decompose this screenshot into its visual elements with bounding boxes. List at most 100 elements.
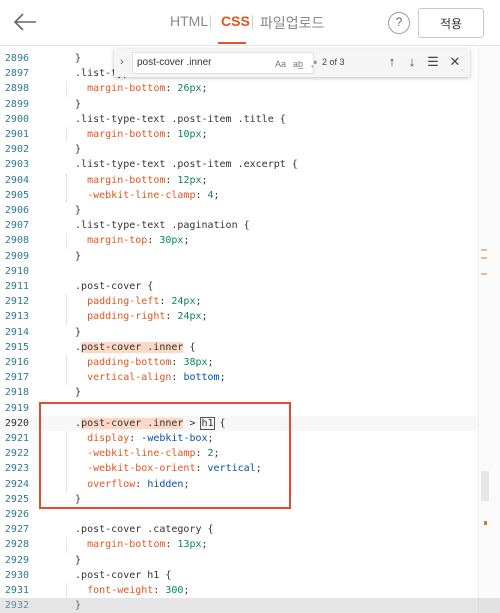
apply-button[interactable]: 적용 (418, 8, 484, 38)
regex-toggle[interactable]: .* (311, 59, 317, 69)
line-number: 2906 (4, 205, 29, 216)
find-in-selection-button[interactable]: ☰ (425, 53, 441, 71)
code-text: -webkit-line-clamp: 4; (87, 189, 220, 201)
code-line[interactable]: 2902 } (0, 142, 478, 157)
line-number: 2925 (4, 493, 29, 505)
line-number: 2911 (4, 281, 29, 292)
line-number: 2899 (4, 98, 29, 110)
code-editor[interactable]: 2896 } 2897 .list-type 2898 margin-bottom:… (0, 47, 500, 613)
code-text: } (63, 98, 82, 110)
code-text: } (63, 387, 82, 399)
overview-ruler-mark (481, 273, 487, 275)
code-text: padding-left: 24px; (87, 296, 202, 308)
code-text: .post-cover h1 { (63, 569, 172, 581)
code-line[interactable]: 2928 margin-bottom: 13px; (0, 537, 478, 553)
find-input[interactable]: post-cover .inner Aa ab̲ .* (132, 52, 317, 74)
line-number: 2921 (4, 433, 29, 444)
code-line[interactable]: 2929 } (0, 553, 478, 568)
active-tab-indicator (218, 42, 246, 44)
code-line[interactable]: 2901 margin-bottom: 10px; (0, 127, 478, 143)
code-text: margin-bottom: 26px; (87, 83, 208, 95)
code-line[interactable]: 2918 } (0, 385, 478, 400)
tab-html[interactable]: HTML (170, 13, 208, 29)
line-number: 2915 (4, 341, 29, 353)
line-number: 2900 (4, 113, 29, 125)
code-line[interactable]: 2931 font-weight: 300; (0, 583, 478, 599)
line-number: 2896 (4, 53, 29, 64)
code-line[interactable]: 2930 .post-cover h1 { (0, 568, 478, 583)
line-number: 2923 (4, 463, 29, 475)
horizontal-scrollbar[interactable] (0, 598, 500, 613)
code-line[interactable]: 2914 } (0, 325, 478, 340)
code-line[interactable]: 2906 } (0, 203, 478, 218)
code-line[interactable]: 2916 padding-bottom: 38px; (0, 355, 478, 371)
line-number: 2913 (4, 311, 29, 323)
toggle-replace-button[interactable]: › (120, 56, 124, 68)
code-text: font-weight: 300; (87, 585, 190, 596)
line-number: 2907 (4, 220, 29, 232)
code-text: margin-bottom: 13px; (87, 539, 208, 551)
code-text: } (63, 144, 82, 156)
code-line[interactable]: 2913 padding-right: 24px; (0, 309, 478, 325)
code-line[interactable]: 2910 (0, 264, 478, 279)
code-line[interactable]: 2917 vertical-align: bottom; (0, 370, 478, 386)
line-number: 2916 (4, 357, 29, 368)
highlight-annotation-box (39, 402, 291, 509)
code-text: padding-right: 24px; (87, 311, 208, 323)
tab-css[interactable]: CSS (221, 13, 250, 29)
code-line[interactable]: 2927 .post-cover .category { (0, 522, 478, 537)
overview-ruler-mark (481, 257, 487, 259)
overview-ruler-mark (484, 521, 487, 525)
code-text: padding-bottom: 38px; (87, 357, 214, 368)
code-line[interactable]: 2908 margin-top: 30px; (0, 233, 478, 249)
line-number: 2920 (4, 417, 29, 429)
code-text: .list-type-text .post-item .title { (63, 113, 286, 125)
line-number: 2914 (4, 326, 29, 338)
code-text: margin-bottom: 12px; (87, 174, 208, 186)
code-line[interactable]: 2926 (0, 507, 478, 522)
line-number: 2902 (4, 144, 29, 156)
code-text: .list-type-text .pagination { (63, 220, 250, 232)
whole-word-toggle[interactable]: ab̲ (293, 59, 303, 69)
line-number: 2909 (4, 250, 29, 262)
scrollbar-thumb[interactable] (481, 471, 489, 501)
code-line[interactable]: 2907 .list-type-text .pagination { (0, 218, 478, 233)
tab-divider (252, 15, 253, 29)
line-number: 2929 (4, 554, 29, 566)
help-button[interactable]: ? (388, 12, 410, 34)
line-number: 2919 (4, 402, 29, 414)
previous-match-button[interactable]: ↑ (384, 53, 400, 71)
code-line[interactable]: 2915 .post-cover .inner { (0, 340, 478, 355)
code-line[interactable]: 2904 margin-bottom: 12px; (0, 172, 478, 188)
code-line[interactable]: 2899 } (0, 97, 478, 112)
next-match-button[interactable]: ↓ (404, 53, 420, 71)
line-number: 2931 (4, 585, 29, 596)
line-number: 2928 (4, 539, 29, 551)
line-number: 2918 (4, 387, 29, 399)
code-line[interactable]: 2898 margin-bottom: 26px; (0, 81, 478, 97)
code-text: .list-type-text .post-item .excerpt { (63, 159, 298, 171)
code-line[interactable]: 2909 } (0, 249, 478, 264)
overview-ruler-mark (481, 249, 487, 251)
line-number: 2924 (4, 478, 29, 490)
code-text: .post-cover { (63, 281, 154, 292)
code-line[interactable]: 2900 .list-type-text .post-item .title { (0, 112, 478, 127)
line-number: 2930 (4, 569, 29, 581)
editor-header: HTML CSS 파일업로드 ? 적용 (0, 0, 500, 46)
close-find-button[interactable]: ✕ (447, 53, 463, 71)
code-line[interactable]: 2903 .list-type-text .post-item .excerpt… (0, 157, 478, 172)
tab-file-upload[interactable]: 파일업로드 (260, 13, 324, 33)
tab-divider (210, 15, 211, 29)
code-text: .post-cover .inner { (63, 341, 196, 353)
vertical-scrollbar[interactable] (478, 47, 500, 613)
code-line[interactable]: 2905 -webkit-line-clamp: 4; (0, 187, 478, 203)
line-number: 2926 (4, 509, 29, 520)
code-line[interactable]: 2912 padding-left: 24px; (0, 294, 478, 310)
code-text: .post-cover .category { (63, 524, 214, 536)
code-line[interactable]: 2911 .post-cover { (0, 279, 478, 294)
line-number: 2927 (4, 524, 29, 536)
line-number: 2922 (4, 448, 29, 460)
line-number: 2904 (4, 174, 29, 186)
find-widget: › post-cover .inner Aa ab̲ .* 2 of 3 ↑ ↓… (114, 49, 470, 77)
match-case-toggle[interactable]: Aa (275, 59, 286, 69)
